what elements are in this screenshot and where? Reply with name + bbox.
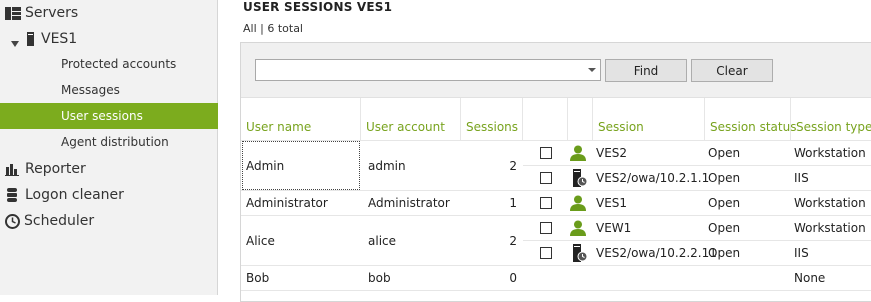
table-cell-user-name[interactable]: Administrator bbox=[243, 191, 328, 215]
iis-server-icon bbox=[568, 166, 588, 190]
table-cell-session[interactable]: VEW1 bbox=[593, 216, 631, 240]
session-checkbox[interactable] bbox=[540, 222, 552, 234]
table-cell-sessions[interactable]: 2 bbox=[461, 216, 517, 265]
column-header-session-type[interactable]: Session type bbox=[791, 98, 871, 141]
sidebar-item-label: Servers bbox=[25, 5, 79, 21]
sidebar: Servers VES1 Protected accounts Messages… bbox=[0, 0, 218, 295]
table-cell-user-account[interactable]: Administrator bbox=[365, 191, 450, 215]
session-checkbox-cell[interactable] bbox=[537, 141, 552, 165]
table-cell-user-account[interactable]: alice bbox=[365, 216, 396, 265]
column-header-icon[interactable] bbox=[568, 98, 593, 141]
row-divider bbox=[241, 290, 871, 291]
sidebar-item-label: Logon cleaner bbox=[25, 187, 124, 203]
clock-icon bbox=[5, 213, 20, 229]
row-divider bbox=[241, 215, 871, 216]
table-cell-session[interactable]: VES2 bbox=[593, 141, 627, 165]
table-cell-session-status[interactable]: Open bbox=[705, 241, 740, 265]
user-icon bbox=[567, 191, 586, 215]
table-cell-session-type[interactable]: IIS bbox=[791, 166, 809, 190]
page-title: USER SESSIONS VES1 bbox=[243, 0, 393, 14]
sidebar-item-user-sessions[interactable]: User sessions bbox=[0, 103, 218, 129]
table-cell-session[interactable]: VES2/owa/10.2.1.1 bbox=[593, 166, 709, 190]
filter-summary: All | 6 total bbox=[243, 22, 303, 35]
table-cell-session-status[interactable]: Open bbox=[705, 141, 740, 165]
sidebar-item-label: Agent distribution bbox=[61, 135, 169, 149]
column-header-session[interactable]: Session bbox=[593, 98, 705, 141]
sidebar-item-agent-distribution[interactable]: Agent distribution bbox=[0, 129, 218, 155]
sidebar-item-scheduler[interactable]: Scheduler bbox=[0, 208, 218, 234]
sidebar-item-messages[interactable]: Messages bbox=[0, 77, 218, 103]
sidebar-item-label: Messages bbox=[61, 83, 120, 97]
row-divider bbox=[241, 190, 871, 191]
sidebar-item-label: VES1 bbox=[41, 31, 78, 47]
column-header-session-status[interactable]: Session status bbox=[705, 98, 796, 141]
search-combobox[interactable] bbox=[255, 59, 601, 81]
session-checkbox[interactable] bbox=[540, 197, 552, 209]
main-content: USER SESSIONS VES1 All | 6 total Find Cl… bbox=[218, 0, 871, 302]
search-input[interactable] bbox=[256, 60, 576, 80]
table-cell-session[interactable]: VES2/owa/10.2.2.11 bbox=[593, 241, 717, 265]
table-cell-session-type[interactable]: IIS bbox=[791, 241, 809, 265]
sidebar-item-label: Scheduler bbox=[24, 213, 95, 229]
table-cell-user-account[interactable]: admin bbox=[365, 141, 406, 190]
table-cell-user-name[interactable]: Bob bbox=[243, 266, 269, 290]
bar-chart-icon bbox=[5, 163, 19, 176]
sidebar-item-label: Protected accounts bbox=[61, 57, 177, 71]
user-icon bbox=[567, 216, 586, 240]
column-header-sessions[interactable]: Sessions bbox=[461, 98, 523, 141]
clear-button[interactable]: Clear bbox=[691, 59, 773, 82]
sidebar-item-logon-cleaner[interactable]: Logon cleaner bbox=[0, 182, 218, 208]
session-checkbox-cell[interactable] bbox=[537, 216, 552, 240]
column-header-user-account[interactable]: User account bbox=[361, 98, 461, 141]
table-cell-session-type[interactable]: Workstation bbox=[791, 141, 866, 165]
sidebar-item-protected-accounts[interactable]: Protected accounts bbox=[0, 51, 218, 77]
table-cell-sessions[interactable]: 2 bbox=[461, 141, 517, 190]
session-checkbox-cell[interactable] bbox=[537, 191, 552, 215]
search-toolbar: Find Clear bbox=[241, 43, 871, 98]
dropdown-arrow-icon[interactable] bbox=[588, 68, 596, 72]
database-icon bbox=[7, 188, 17, 202]
table-cell-session-status[interactable]: Open bbox=[705, 191, 740, 215]
session-checkbox-cell[interactable] bbox=[537, 241, 552, 265]
table-cell-session-type[interactable]: None bbox=[791, 266, 825, 290]
find-button[interactable]: Find bbox=[605, 59, 687, 82]
table-cell-sessions[interactable]: 0 bbox=[461, 266, 517, 290]
table-cell-session-type[interactable]: Workstation bbox=[791, 216, 866, 240]
table-cell-user-name[interactable]: Alice bbox=[243, 216, 275, 265]
sidebar-item-servers[interactable]: Servers bbox=[0, 0, 218, 26]
sessions-panel: Find Clear User name User account Sessio… bbox=[240, 42, 871, 302]
column-header-user-name[interactable]: User name bbox=[241, 98, 361, 141]
session-checkbox[interactable] bbox=[540, 172, 552, 184]
table-cell-session[interactable]: VES1 bbox=[593, 191, 627, 215]
sidebar-item-ves1[interactable]: VES1 bbox=[0, 26, 218, 52]
chevron-down-icon bbox=[11, 36, 19, 47]
session-checkbox-cell[interactable] bbox=[537, 166, 552, 190]
session-checkbox[interactable] bbox=[540, 247, 552, 259]
table-cell-session-type[interactable]: Workstation bbox=[791, 191, 866, 215]
table-cell-user-account[interactable]: bob bbox=[365, 266, 391, 290]
row-divider bbox=[241, 265, 871, 266]
sidebar-item-label: User sessions bbox=[61, 109, 143, 123]
servers-icon bbox=[5, 6, 21, 20]
table-cell-user-name[interactable]: Admin bbox=[242, 141, 360, 190]
sidebar-item-label: Reporter bbox=[25, 161, 86, 177]
sidebar-item-reporter[interactable]: Reporter bbox=[0, 156, 218, 182]
iis-server-icon bbox=[568, 241, 588, 265]
table-cell-sessions[interactable]: 1 bbox=[461, 191, 517, 215]
table-cell-session-status[interactable]: Open bbox=[705, 166, 740, 190]
table-cell-session-status[interactable]: Open bbox=[705, 216, 740, 240]
server-tower-icon bbox=[27, 32, 34, 46]
user-icon bbox=[567, 141, 586, 165]
session-checkbox[interactable] bbox=[540, 147, 552, 159]
column-header-select[interactable] bbox=[523, 98, 568, 141]
